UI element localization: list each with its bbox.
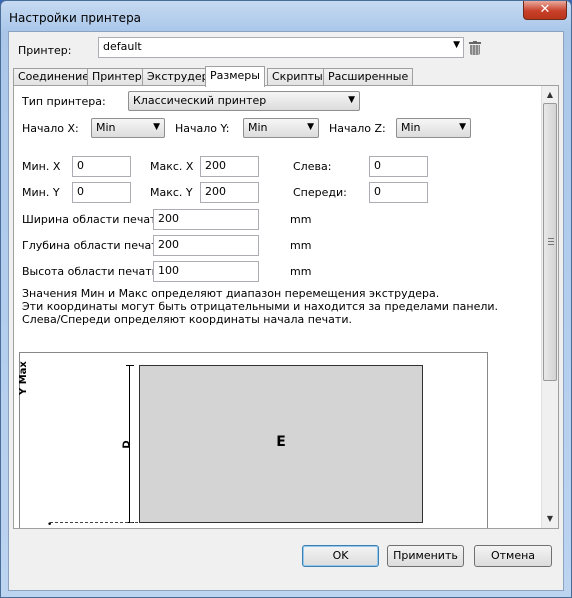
- chevron-down-icon: ▼: [459, 122, 466, 132]
- max-y-label: Макс. Y: [150, 186, 193, 199]
- info-text-line1: Значения Мин и Макс определяют диапазон …: [22, 287, 440, 300]
- settings-tabs: Соединение Принтер Экструдер Размеры Скр…: [13, 66, 553, 87]
- start-z-select[interactable]: Min ▼: [396, 118, 471, 138]
- print-height-unit: mm: [290, 265, 312, 278]
- print-width-label: Ширина области печати:: [22, 213, 168, 226]
- dialog-client-area: Принтер: default ▼ Соединение Принтер Эк…: [8, 31, 564, 591]
- vertical-scrollbar[interactable]: ▲ ▼: [541, 86, 558, 528]
- print-height-input[interactable]: 100: [153, 261, 259, 282]
- front-offset-label: Спереди:: [293, 186, 347, 199]
- print-depth-unit: mm: [290, 239, 312, 252]
- start-x-label: Начало X:: [22, 122, 79, 135]
- print-depth-label: Глубина области печати:: [22, 239, 169, 252]
- origin-guide-line: [50, 522, 138, 523]
- title-bar[interactable]: Настройки принтера ✕: [1, 1, 571, 31]
- print-width-input[interactable]: 200: [153, 209, 259, 230]
- min-y-label: Мин. Y: [22, 186, 60, 199]
- start-z-label: Начало Z:: [329, 122, 386, 135]
- scroll-up-arrow[interactable]: ▲: [542, 87, 558, 103]
- dimensions-diagram: Y Max D • E: [18, 352, 488, 529]
- max-x-label: Макс. X: [150, 160, 194, 173]
- y-max-label: Y Max: [18, 361, 29, 395]
- printer-select-value: default: [103, 40, 142, 53]
- chevron-down-icon: ▼: [348, 95, 355, 105]
- printer-type-select[interactable]: Классический принтер ▼: [128, 91, 360, 111]
- close-button[interactable]: ✕: [523, 1, 567, 20]
- depth-dimension-cap-top: [126, 365, 134, 366]
- print-bed-letter: E: [276, 434, 286, 450]
- scrollbar-thumb[interactable]: [543, 103, 557, 381]
- dimensions-panel: Тип принтера: Классический принтер ▼ Нач…: [13, 85, 559, 529]
- max-y-input[interactable]: 200: [200, 182, 259, 203]
- printer-type-value: Классический принтер: [133, 94, 267, 107]
- chevron-down-icon: ▼: [453, 40, 460, 50]
- left-offset-label: Слева:: [293, 160, 332, 173]
- start-y-value: Min: [248, 121, 268, 134]
- min-y-input[interactable]: 0: [72, 182, 131, 203]
- info-text-line3: Слева/Спереди определяют координаты нача…: [22, 313, 352, 326]
- print-height-label: Высота области печати:: [22, 265, 163, 278]
- front-offset-input[interactable]: 0: [369, 182, 428, 203]
- window-title: Настройки принтера: [9, 11, 142, 25]
- cancel-button[interactable]: Отмена: [474, 545, 552, 567]
- tab-dimensions[interactable]: Размеры: [205, 66, 265, 87]
- trash-icon[interactable]: [469, 41, 481, 55]
- min-x-label: Мин. X: [22, 160, 61, 173]
- chevron-down-icon: ▼: [307, 122, 314, 132]
- start-x-value: Min: [96, 121, 116, 134]
- max-x-input[interactable]: 200: [200, 156, 259, 177]
- printer-type-label: Тип принтера:: [22, 95, 106, 108]
- start-y-select[interactable]: Min ▼: [243, 118, 319, 138]
- scroll-down-arrow[interactable]: ▼: [542, 511, 558, 527]
- tab-printer[interactable]: Принтер: [87, 68, 147, 85]
- apply-button[interactable]: Применить: [387, 545, 464, 567]
- tab-extruder[interactable]: Экструдер: [142, 68, 214, 85]
- start-z-value: Min: [401, 121, 421, 134]
- chevron-down-icon: ▼: [153, 122, 160, 132]
- origin-marker: •: [47, 520, 53, 529]
- start-x-select[interactable]: Min ▼: [91, 118, 165, 138]
- printer-settings-window: Настройки принтера ✕ Принтер: default ▼ …: [0, 0, 572, 598]
- min-x-input[interactable]: 0: [72, 156, 131, 177]
- print-width-unit: mm: [290, 213, 312, 226]
- tab-advanced[interactable]: Расширенные: [323, 68, 414, 85]
- print-bed-area: E: [139, 365, 423, 523]
- printer-select[interactable]: default ▼: [98, 37, 464, 58]
- print-depth-input[interactable]: 200: [153, 235, 259, 256]
- info-text-line2: Эти координаты могут быть отрицательными…: [22, 300, 499, 313]
- left-offset-input[interactable]: 0: [369, 156, 428, 177]
- tab-scripts[interactable]: Скрипты: [267, 68, 328, 85]
- depth-dimension-letter: D: [121, 440, 133, 449]
- tab-connection[interactable]: Соединение: [13, 68, 95, 85]
- ok-button[interactable]: OK: [302, 545, 379, 567]
- printer-label: Принтер:: [18, 44, 72, 57]
- start-y-label: Начало Y:: [175, 122, 230, 135]
